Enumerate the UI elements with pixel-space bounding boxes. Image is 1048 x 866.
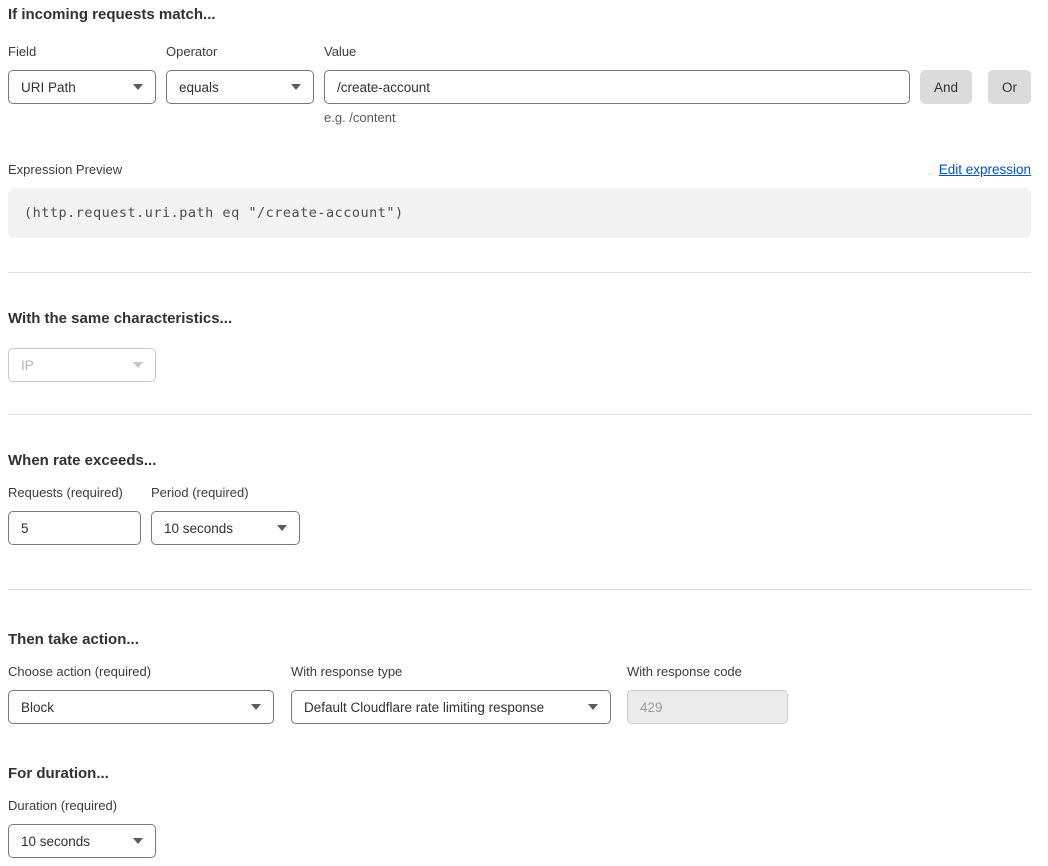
section-divider	[8, 272, 1031, 273]
section-match: If incoming requests match... Field URI …	[8, 6, 1031, 238]
field-dropdown[interactable]: URI Path	[8, 70, 156, 104]
operator-label: Operator	[166, 45, 314, 59]
characteristics-section-title: With the same characteristics...	[8, 310, 1031, 328]
response-code-label: With response code	[627, 665, 788, 679]
period-label: Period (required)	[151, 486, 300, 500]
requests-input[interactable]	[8, 511, 141, 545]
value-input[interactable]	[324, 70, 910, 104]
action-row: Choose action (required) Block With resp…	[8, 665, 1031, 724]
period-column: Period (required) 10 seconds	[151, 486, 300, 545]
characteristic-dropdown: IP	[8, 348, 156, 382]
period-dropdown-value: 10 seconds	[164, 521, 233, 536]
edit-expression-link[interactable]: Edit expression	[939, 162, 1031, 177]
response-type-dropdown[interactable]: Default Cloudflare rate limiting respons…	[291, 690, 611, 724]
requests-column: Requests (required)	[8, 486, 141, 545]
and-button[interactable]: And	[920, 70, 972, 104]
duration-column: Duration (required) 10 seconds	[8, 799, 156, 858]
characteristics-row: IP	[8, 348, 1031, 382]
value-label: Value	[324, 45, 910, 59]
chevron-down-icon	[588, 704, 598, 710]
section-action: Then take action... Choose action (requi…	[8, 631, 1031, 724]
operator-dropdown[interactable]: equals	[166, 70, 314, 104]
chevron-down-icon	[133, 84, 143, 90]
chevron-down-icon	[133, 838, 143, 844]
duration-dropdown[interactable]: 10 seconds	[8, 824, 156, 858]
expression-preview-box: (http.request.uri.path eq "/create-accou…	[8, 188, 1031, 238]
action-section-title: Then take action...	[8, 631, 1031, 649]
requests-label: Requests (required)	[8, 486, 141, 500]
response-code-column: With response code	[627, 665, 788, 724]
match-section-title: If incoming requests match...	[8, 6, 1031, 24]
chevron-down-icon	[291, 84, 301, 90]
field-label: Field	[8, 45, 156, 59]
duration-dropdown-value: 10 seconds	[21, 834, 90, 849]
value-hint: e.g. /content	[324, 110, 910, 125]
section-divider	[8, 589, 1031, 590]
choose-action-label: Choose action (required)	[8, 665, 274, 679]
operator-column: Operator equals	[166, 45, 314, 104]
choose-action-dropdown[interactable]: Block	[8, 690, 274, 724]
value-column: Value e.g. /content	[324, 45, 910, 125]
period-dropdown[interactable]: 10 seconds	[151, 511, 300, 545]
or-button[interactable]: Or	[988, 70, 1031, 104]
expression-preview-label: Expression Preview	[8, 162, 122, 177]
section-divider	[8, 414, 1031, 415]
rate-row: Requests (required) Period (required) 10…	[8, 486, 1031, 545]
characteristic-column: IP	[8, 348, 156, 382]
response-type-column: With response type Default Cloudflare ra…	[291, 665, 611, 724]
duration-row: Duration (required) 10 seconds	[8, 799, 1031, 858]
response-type-label: With response type	[291, 665, 611, 679]
chevron-down-icon	[133, 362, 143, 368]
duration-label: Duration (required)	[8, 799, 156, 813]
choose-action-column: Choose action (required) Block	[8, 665, 274, 724]
section-rate: When rate exceeds... Requests (required)…	[8, 452, 1031, 545]
chevron-down-icon	[277, 525, 287, 531]
expression-preview-header: Expression Preview Edit expression	[8, 162, 1031, 177]
response-type-dropdown-value: Default Cloudflare rate limiting respons…	[304, 700, 544, 715]
chevron-down-icon	[251, 704, 261, 710]
condition-logic-buttons: And Or	[920, 45, 1031, 104]
choose-action-dropdown-value: Block	[21, 700, 54, 715]
section-duration: For duration... Duration (required) 10 s…	[8, 765, 1031, 858]
duration-section-title: For duration...	[8, 765, 1031, 783]
rate-limit-rule-form: If incoming requests match... Field URI …	[8, 6, 1031, 858]
field-dropdown-value: URI Path	[21, 80, 76, 95]
field-column: Field URI Path	[8, 45, 156, 104]
section-characteristics: With the same characteristics... IP	[8, 310, 1031, 382]
rate-section-title: When rate exceeds...	[8, 452, 1031, 470]
operator-dropdown-value: equals	[179, 80, 219, 95]
match-condition-row: Field URI Path Operator equals Value e.g…	[8, 45, 1031, 125]
response-code-input	[627, 690, 788, 724]
characteristic-dropdown-value: IP	[21, 358, 34, 373]
